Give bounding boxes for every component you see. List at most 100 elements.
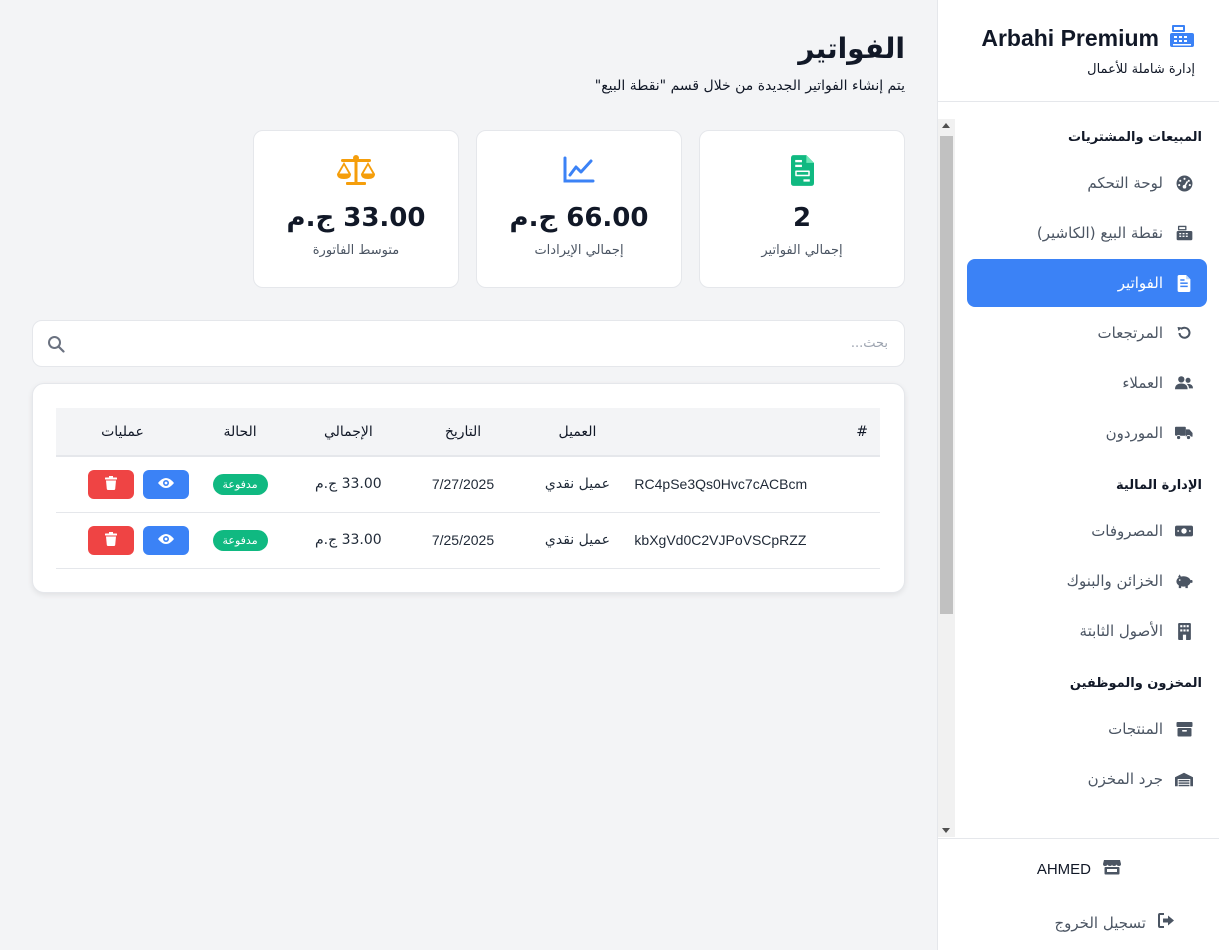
sidebar-item-label: الفواتير (1117, 274, 1163, 292)
sidebar-item-label: الخزائن والبنوك (1066, 572, 1163, 590)
logout-label: تسجيل الخروج (1054, 913, 1146, 932)
sidebar-item-label: المرتجعات (1097, 324, 1163, 342)
row-actions (56, 469, 189, 499)
scroll-down-arrow-icon[interactable] (942, 828, 950, 833)
sidebar-item-products[interactable]: المنتجات (967, 705, 1207, 753)
cash-register-icon (1175, 224, 1193, 242)
stat-label: متوسط الفاتورة (312, 243, 400, 258)
nav-section-title: المخزون والموظفين (1069, 676, 1202, 691)
stat-label: إجمالي الإيرادات (534, 243, 624, 258)
brand-header: Arbahi Premium إدارة شاملة للأعمال (938, 0, 1219, 102)
sidebar-item-label: لوحة التحكم (1087, 174, 1163, 192)
money-icon (1175, 522, 1193, 540)
users-icon (1175, 374, 1193, 392)
main-content: الفواتير يتم إنشاء الفواتير الجديدة من خ… (32, 0, 905, 950)
column-header-actions: عمليات (56, 408, 189, 457)
invoices-table: # العميل التاريخ الإجمالي الحالة عمليات … (56, 408, 880, 569)
sign-out-icon (1158, 913, 1175, 932)
invoice-id: RC4pSe3Qs0Hvc7cACBcm (634, 476, 808, 493)
column-header-id: # (634, 408, 880, 457)
trash-icon (105, 531, 117, 549)
stat-card-average-invoice: 33.00 ج.م متوسط الفاتورة (253, 130, 459, 288)
sidebar-item-label: المصروفات (1091, 522, 1163, 540)
table-row: RC4pSe3Qs0Hvc7cACBcm عميل نقدي 7/27/2025… (56, 456, 880, 512)
sidebar-footer: AHMED تسجيل الخروج (938, 838, 1219, 950)
nav-section-title: المبيعات والمشتريات (1067, 130, 1202, 145)
status-badge: مدفوعة (212, 473, 268, 495)
invoice-icon (1175, 274, 1193, 292)
sidebar-item-label: جرد المخزن (1087, 770, 1163, 788)
view-button[interactable] (143, 525, 189, 555)
stat-value: 33.00 ج.م (286, 203, 426, 233)
eye-icon (158, 477, 174, 492)
sidebar-item-inventory[interactable]: جرد المخزن (967, 755, 1207, 803)
scrollbar-thumb[interactable] (940, 136, 953, 614)
warehouse-icon (1175, 770, 1193, 788)
invoices-table-card: # العميل التاريخ الإجمالي الحالة عمليات … (32, 383, 905, 593)
table-row: kbXgVd0C2VJPoVSCpRZZ عميل نقدي 7/25/2025… (56, 512, 880, 568)
sidebar-item-label: الموردون (1105, 424, 1163, 442)
delete-button[interactable] (88, 525, 134, 555)
invoice-customer: عميل نقدي (544, 532, 610, 548)
sidebar-item-returns[interactable]: المرتجعات (967, 309, 1207, 357)
user-info: AHMED (1037, 859, 1121, 879)
column-header-status: الحالة (189, 408, 292, 457)
sidebar-item-label: نقطة البيع (الكاشير) (1036, 224, 1163, 242)
view-button[interactable] (143, 469, 189, 499)
invoice-total: 33.00 ج.م (315, 476, 382, 493)
scale-icon (336, 153, 376, 187)
scroll-up-arrow-icon[interactable] (942, 123, 950, 128)
chart-line-icon (563, 153, 595, 187)
column-header-date: التاريخ (405, 408, 521, 457)
stat-label: إجمالي الفواتير (761, 243, 843, 258)
search-icon[interactable] (47, 335, 65, 357)
sidebar-item-label: المنتجات (1108, 720, 1163, 738)
sidebar-item-invoices[interactable]: الفواتير (967, 259, 1207, 307)
sidebar-item-expenses[interactable]: المصروفات (967, 507, 1207, 555)
sidebar-item-fixed-assets[interactable]: الأصول الثابتة (967, 607, 1207, 655)
piggy-bank-icon (1175, 572, 1193, 590)
logout-button[interactable]: تسجيل الخروج (1054, 913, 1175, 932)
stat-value: 2 (792, 203, 812, 233)
table-header-row: # العميل التاريخ الإجمالي الحالة عمليات (56, 408, 880, 457)
trash-icon (105, 475, 117, 493)
building-icon (1175, 622, 1193, 640)
sidebar-item-treasury[interactable]: الخزائن والبنوك (967, 557, 1207, 605)
sidebar-scrollbar[interactable] (938, 119, 955, 837)
undo-icon (1175, 324, 1193, 342)
invoice-date: 7/25/2025 (431, 532, 495, 548)
eye-icon (158, 533, 174, 548)
column-header-total: الإجمالي (291, 408, 406, 457)
search-input[interactable] (108, 321, 888, 366)
truck-icon (1175, 424, 1193, 442)
cash-register-icon (1169, 24, 1195, 52)
sidebar-item-label: الأصول الثابتة (1079, 622, 1163, 640)
brand-name: Arbahi Premium (981, 24, 1159, 51)
search-bar (32, 320, 905, 367)
nav-section-title: الإدارة المالية (1116, 478, 1202, 493)
sidebar-item-dashboard[interactable]: لوحة التحكم (967, 159, 1207, 207)
page-title: الفواتير (798, 32, 905, 65)
row-actions (56, 525, 189, 555)
dashboard-icon (1175, 174, 1193, 192)
sidebar-item-suppliers[interactable]: الموردون (967, 409, 1207, 457)
invoice-date: 7/27/2025 (431, 476, 495, 493)
sidebar: Arbahi Premium إدارة شاملة للأعمال المبي… (937, 0, 1219, 950)
invoice-total: 33.00 ج.م (315, 532, 382, 548)
stat-card-total-invoices: 2 إجمالي الفواتير (699, 130, 905, 288)
invoice-customer: عميل نقدي (544, 476, 610, 493)
stat-card-total-revenue: 66.00 ج.م إجمالي الإيرادات (476, 130, 682, 288)
delete-button[interactable] (88, 469, 134, 499)
stat-value: 66.00 ج.م (509, 203, 649, 233)
page-subtitle: يتم إنشاء الفواتير الجديدة من خلال قسم "… (594, 78, 905, 94)
invoice-id: kbXgVd0C2VJPoVSCpRZZ (634, 532, 807, 548)
box-icon (1175, 720, 1193, 738)
sidebar-item-pos[interactable]: نقطة البيع (الكاشير) (967, 209, 1207, 257)
file-invoice-icon (790, 153, 814, 187)
sidebar-item-label: العملاء (1122, 374, 1163, 392)
column-header-customer: العميل (520, 408, 635, 457)
sidebar-item-customers[interactable]: العملاء (967, 359, 1207, 407)
status-badge: مدفوعة (212, 529, 268, 551)
username: AHMED (1036, 860, 1091, 878)
sidebar-nav: المبيعات والمشتريات لوحة التحكم نقطة الب… (955, 119, 1219, 837)
